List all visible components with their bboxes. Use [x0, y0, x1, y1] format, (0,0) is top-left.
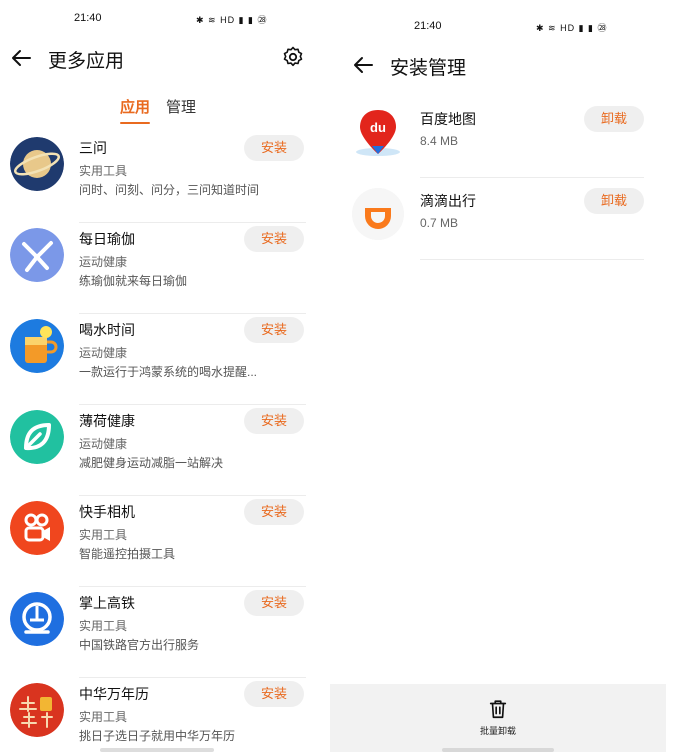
app-row-calendar[interactable]: 中华万年历 实用工具 挑日子选日子就用中华万年历 安装	[0, 678, 316, 752]
baidu-map-icon: du	[352, 106, 404, 158]
svg-text:du: du	[370, 120, 386, 135]
tab-apps[interactable]: 应用	[120, 96, 150, 117]
kuaishou-icon	[10, 501, 64, 555]
home-indicator	[442, 748, 554, 752]
app-category: 运动健康	[79, 437, 128, 451]
page-title: 安装管理	[390, 58, 467, 79]
app-row-drink[interactable]: 喝水时间 运动健康 一款运行于鸿蒙系统的喝水提醒... 安装	[0, 314, 316, 405]
app-description: 一款运行于鸿蒙系统的喝水提醒...	[79, 365, 258, 379]
app-name: 百度地图	[420, 111, 476, 127]
install-button[interactable]: 安装	[244, 499, 304, 525]
app-category: 实用工具	[79, 619, 128, 633]
home-indicator	[100, 748, 214, 752]
app-category: 实用工具	[79, 164, 128, 178]
install-button[interactable]: 安装	[244, 226, 304, 252]
status-icons: ✱ ≋ HD ▮ ▮ ㉘	[196, 15, 268, 25]
app-row-sanwen[interactable]: 三问 实用工具 问时、问刻、问分，三问知道时间 安装	[0, 132, 316, 223]
yoga-icon	[10, 228, 64, 282]
calendar-icon	[10, 683, 64, 737]
app-name: 三问	[79, 140, 107, 156]
app-name: 薄荷健康	[79, 413, 135, 429]
app-row-kuaishou[interactable]: 快手相机 实用工具 智能遥控拍摄工具 安装	[0, 496, 316, 587]
header: 安装管理	[330, 48, 666, 88]
tab-bar: 应用 管理	[0, 96, 316, 126]
app-row-mint[interactable]: 薄荷健康 运动健康 减肥健身运动减脂一站解决 安装	[0, 405, 316, 496]
bottom-action-bar: 批量卸载	[330, 684, 666, 752]
install-button[interactable]: 安装	[244, 681, 304, 707]
install-button[interactable]: 安装	[244, 317, 304, 343]
app-size: 0.7 MB	[420, 216, 459, 230]
back-arrow-icon[interactable]	[10, 46, 34, 70]
status-time: 21:40	[74, 12, 102, 24]
app-size: 8.4 MB	[420, 134, 459, 148]
app-category: 实用工具	[79, 710, 128, 724]
settings-gear-icon[interactable]	[281, 45, 305, 69]
planet-icon	[10, 137, 64, 191]
app-name: 每日瑜伽	[79, 231, 135, 247]
didi-icon	[352, 188, 404, 240]
app-name: 中华万年历	[79, 686, 149, 702]
app-description: 问时、问刻、问分，三问知道时间	[79, 183, 260, 197]
header: 更多应用	[0, 40, 316, 80]
installed-row-baidu-map[interactable]: du 百度地图 8.4 MB 卸载	[330, 96, 666, 178]
install-button[interactable]: 安装	[244, 590, 304, 616]
app-row-railway[interactable]: 掌上高铁 实用工具 中国铁路官方出行服务 安装	[0, 587, 316, 678]
app-description: 中国铁路官方出行服务	[79, 638, 200, 652]
more-apps-screen: 21:40 ✱ ≋ HD ▮ ▮ ㉘ 更多应用 应用 管理 三问 实用工具 问时…	[0, 0, 316, 752]
install-button[interactable]: 安装	[244, 408, 304, 434]
leaf-icon	[10, 410, 64, 464]
app-category: 运动健康	[79, 346, 128, 360]
trash-icon[interactable]	[487, 698, 509, 720]
railway-icon	[10, 592, 64, 646]
app-category: 实用工具	[79, 528, 128, 542]
status-bar: 21:40 ✱ ≋ HD ▮ ▮ ㉘	[0, 10, 316, 40]
app-description: 减肥健身运动减脂一站解决	[79, 456, 224, 470]
app-row-yoga[interactable]: 每日瑜伽 运动健康 练瑜伽就来每日瑜伽 安装	[0, 223, 316, 314]
app-name: 快手相机	[79, 504, 135, 520]
status-icons: ✱ ≋ HD ▮ ▮ ㉘	[536, 23, 608, 33]
page-title: 更多应用	[48, 51, 125, 72]
row-divider	[420, 259, 644, 260]
status-bar: 21:40 ✱ ≋ HD ▮ ▮ ㉘	[330, 18, 666, 48]
app-description: 练瑜伽就来每日瑜伽	[79, 274, 188, 288]
app-name: 滴滴出行	[420, 193, 476, 209]
install-manager-screen: 21:40 ✱ ≋ HD ▮ ▮ ㉘ 安装管理 du 百度地图 8.4 MB 卸…	[330, 0, 666, 752]
app-description: 挑日子选日子就用中华万年历	[79, 729, 236, 743]
app-description: 智能遥控拍摄工具	[79, 547, 176, 561]
uninstall-button[interactable]: 卸载	[584, 188, 644, 214]
batch-uninstall-label[interactable]: 批量卸载	[330, 724, 666, 737]
tab-active-indicator	[120, 122, 150, 124]
drink-icon	[10, 319, 64, 373]
tab-manage[interactable]: 管理	[166, 96, 196, 117]
app-name: 掌上高铁	[79, 595, 135, 611]
install-button[interactable]: 安装	[244, 135, 304, 161]
app-name: 喝水时间	[79, 322, 135, 338]
installed-row-didi[interactable]: 滴滴出行 0.7 MB 卸载	[330, 178, 666, 260]
app-category: 运动健康	[79, 255, 128, 269]
status-time: 21:40	[414, 20, 442, 32]
uninstall-button[interactable]: 卸载	[584, 106, 644, 132]
back-arrow-icon[interactable]	[352, 53, 376, 77]
